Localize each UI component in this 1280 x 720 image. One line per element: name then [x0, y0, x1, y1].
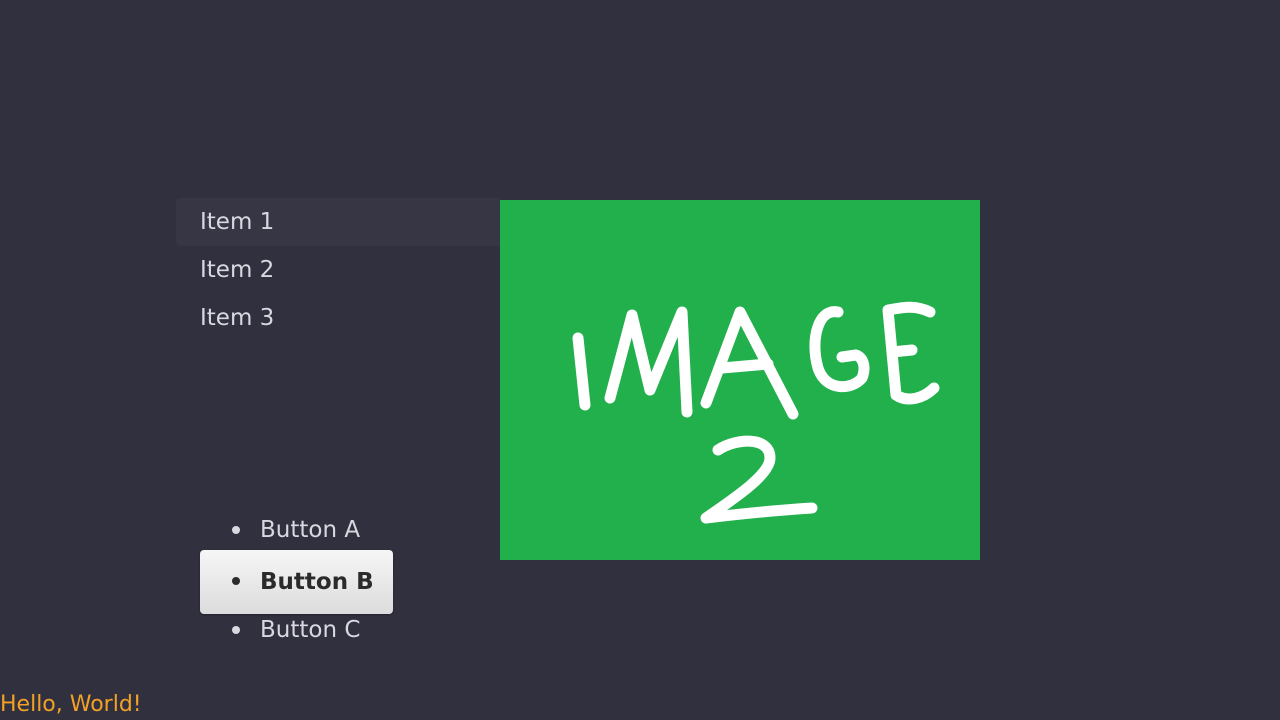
button-a[interactable]: Button A [200, 505, 393, 555]
item-list: Item 1 Item 2 Item 3 [176, 198, 500, 342]
image-preview [500, 200, 980, 560]
button-c[interactable]: Button C [200, 605, 393, 655]
bullet-icon [232, 577, 240, 585]
button-c-label: Button C [260, 617, 361, 643]
list-item-3[interactable]: Item 3 [176, 294, 500, 342]
list-item-2[interactable]: Item 2 [176, 246, 500, 294]
bullet-icon [232, 626, 240, 634]
button-a-label: Button A [260, 517, 361, 543]
app-window: Item 1 Item 2 Item 3 Button A Button B B… [0, 0, 1280, 720]
bullet-icon [232, 526, 240, 534]
hello-world-label: Hello, World! [0, 692, 142, 717]
hand-drawn-image-text [572, 301, 940, 524]
button-list: Button A Button B Button C [200, 505, 393, 655]
list-item-1[interactable]: Item 1 [176, 198, 500, 246]
